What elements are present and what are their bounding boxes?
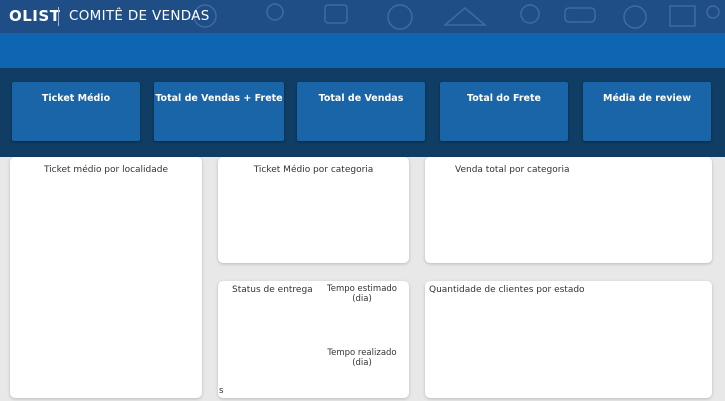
tempo-estimado-label: Tempo estimado (dia) — [327, 284, 397, 304]
card-status-entrega[interactable]: Status de entrega Tempo estimado (dia) T… — [218, 281, 409, 398]
kpi-label: Total de Vendas — [318, 93, 404, 104]
card-title: Ticket médio por localidade — [43, 165, 169, 175]
kpi-card-media-review[interactable]: Média de review — [583, 82, 711, 141]
kpi-label: Total do Frete — [467, 93, 541, 104]
kpi-card-ticket-medio[interactable]: Ticket Médio — [12, 82, 140, 141]
kpi-label: Ticket Médio — [41, 93, 111, 104]
kpi-label: Total de Vendas + Frete — [155, 93, 283, 104]
card-ticket-medio-localidade[interactable]: Ticket médio por localidade — [10, 157, 202, 398]
card-title: Ticket Médio por categoria — [253, 165, 374, 175]
header-divider — [58, 7, 59, 26]
kpi-card-total-vendas[interactable]: Total de Vendas — [297, 82, 425, 141]
card-title: Status de entrega — [232, 285, 313, 295]
kpi-card-total-vendas-frete[interactable]: Total de Vendas + Frete — [154, 82, 284, 141]
header-band — [0, 33, 725, 68]
top-header: OLIST COMITÊ DE VENDAS — [0, 0, 725, 33]
kpi-label: Média de review — [602, 93, 692, 104]
dashboard-title: COMITÊ DE VENDAS — [69, 8, 210, 24]
kpi-card-total-frete[interactable]: Total do Frete — [440, 82, 568, 141]
card-title: Quantidade de clientes por estado — [429, 285, 585, 295]
card-venda-total-categoria[interactable]: Venda total por categoria — [425, 157, 712, 263]
card-clientes-por-estado[interactable]: Quantidade de clientes por estado — [425, 281, 712, 398]
card-ticket-medio-categoria[interactable]: Ticket Médio por categoria — [218, 157, 409, 263]
header-pattern-decoration — [193, 3, 720, 30]
status-stray-char: s — [219, 386, 224, 396]
card-title: Venda total por categoria — [455, 165, 570, 175]
brand-logo: OLIST — [9, 7, 61, 25]
tempo-realizado-label: Tempo realizado (dia) — [327, 348, 397, 368]
